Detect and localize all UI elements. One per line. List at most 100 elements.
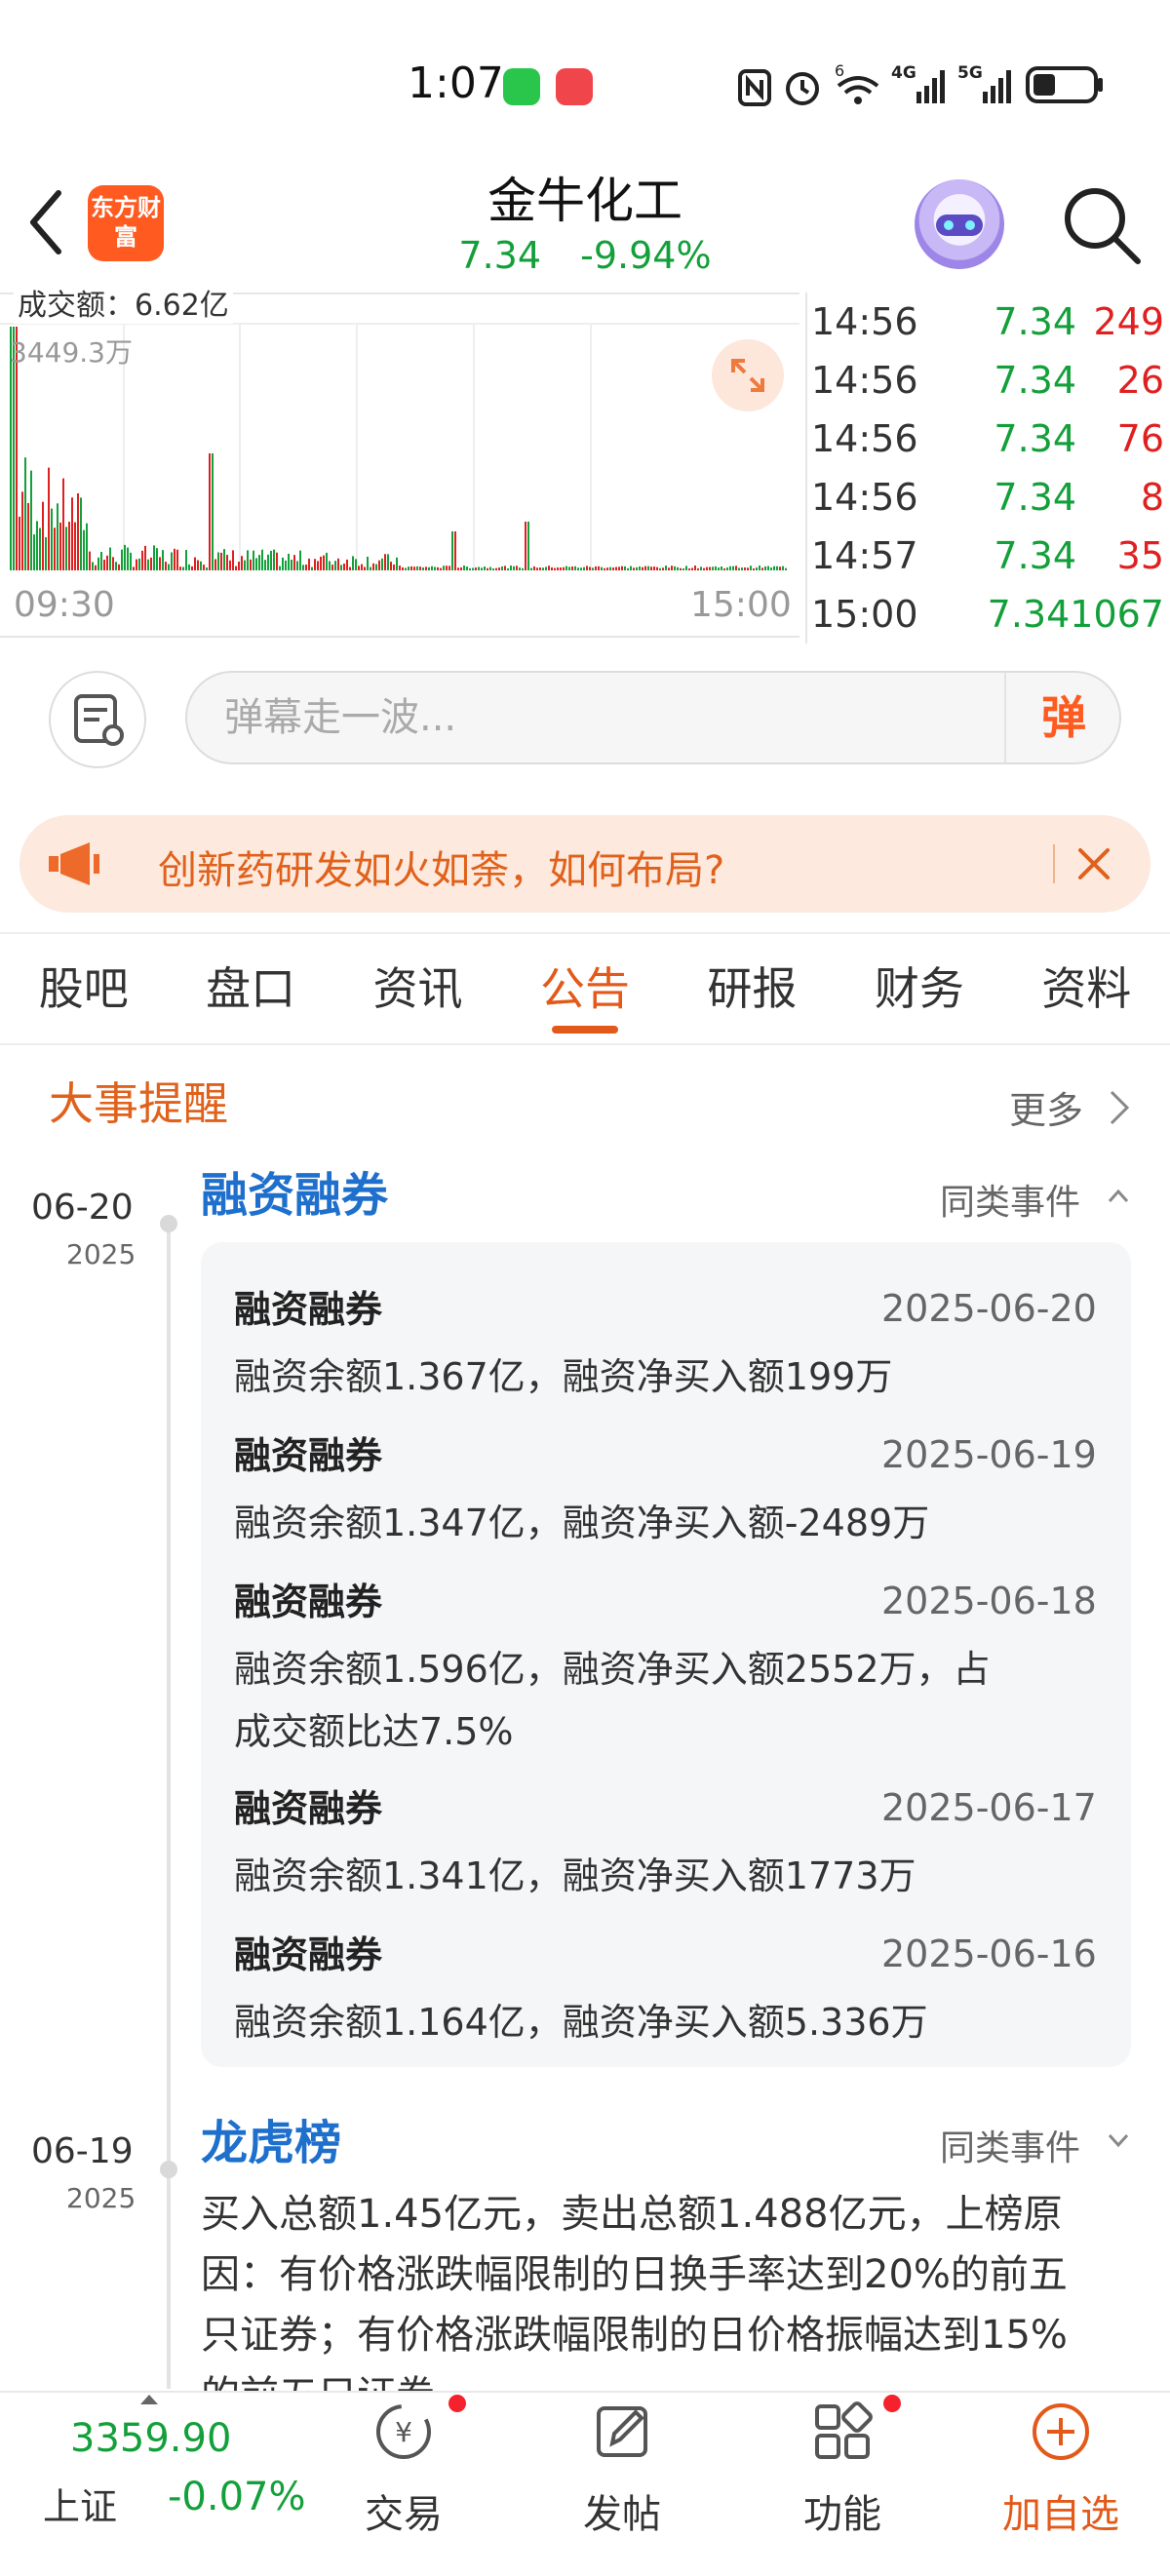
desc-line: 因：有价格涨跌幅限制的日换手率达到20%的前五	[201, 2252, 1068, 2297]
alarm-icon	[786, 72, 819, 105]
item-desc: 融资余额1.164亿，融资净买入额5.336万	[234, 2001, 928, 2044]
volume-bar	[229, 560, 231, 570]
volume-bar	[226, 555, 228, 570]
expand-chart-button[interactable]	[712, 339, 784, 411]
event-year: 2025	[66, 1238, 136, 1270]
volume-bar	[428, 566, 430, 570]
volume-bar	[498, 567, 500, 570]
assistant-robot-icon[interactable]	[915, 179, 1004, 269]
volume-bar	[384, 554, 386, 570]
caret-up-icon	[140, 2395, 158, 2404]
volume-bar	[329, 561, 331, 570]
volume-bar	[168, 564, 170, 570]
tab-finance[interactable]: 财务	[836, 934, 1002, 1043]
volume-bar	[343, 563, 345, 570]
volume-bar	[352, 556, 354, 570]
volume-bar	[86, 523, 88, 570]
volume-bar	[680, 567, 682, 570]
volume-bar	[460, 566, 462, 570]
event-date: 06-19	[31, 2131, 134, 2171]
volume-bar	[282, 557, 284, 570]
chevron-up-icon[interactable]	[1106, 1184, 1131, 1207]
volume-bar	[416, 566, 418, 570]
volume-bar	[320, 556, 322, 570]
same-events-link[interactable]: 同类事件	[940, 2120, 1080, 2170]
volume-bar	[24, 457, 26, 570]
volume-bar	[106, 555, 108, 570]
trade-icon: ¥	[376, 2404, 431, 2459]
banner-text[interactable]: 创新药研发如火如荼，如何布局?	[158, 839, 724, 895]
item-title: 融资融券	[234, 1288, 383, 1331]
volume-bar	[782, 566, 784, 570]
tab-news[interactable]: 资讯	[334, 934, 501, 1043]
index-change[interactable]: -0.07%	[168, 2475, 306, 2519]
item-desc: 融资余额1.347亿，融资净买入额-2489万	[234, 1502, 930, 1544]
volume-bar	[721, 566, 722, 570]
chevron-down-icon[interactable]	[1106, 2129, 1131, 2153]
volume-bar	[440, 567, 442, 570]
section-title: 大事提醒	[49, 1077, 228, 1130]
event-title[interactable]: 融资融券	[201, 1156, 388, 1225]
tab-guba[interactable]: 股吧	[0, 934, 167, 1043]
volume-bar	[504, 566, 506, 570]
volume-bar	[729, 566, 731, 570]
trade-time: 15:00	[811, 593, 918, 636]
volume-bar	[677, 566, 679, 570]
nav-trade[interactable]: ¥ 交易	[326, 2400, 482, 2566]
volume-bar	[510, 566, 512, 570]
volume-bar	[457, 567, 459, 570]
same-events-link[interactable]: 同类事件	[940, 1174, 1080, 1225]
volume-bar	[323, 555, 325, 570]
index-value[interactable]: 3359.90	[70, 2416, 231, 2461]
trade-ticks[interactable]: 14:56 7.34 249 14:56 7.34 26 14:56 7.34 …	[805, 293, 1170, 644]
nav-functions[interactable]: 功能	[764, 2400, 920, 2566]
volume-bar	[176, 549, 178, 570]
volume-bar	[288, 553, 290, 570]
more-link[interactable]: 更多	[1009, 1080, 1083, 1134]
volume-bar	[560, 567, 562, 570]
danmaku-input[interactable]: 弹幕走一波...	[185, 671, 1121, 764]
volume-bar	[200, 561, 202, 570]
volume-bar	[653, 566, 655, 570]
event-title[interactable]: 龙虎榜	[201, 2104, 341, 2172]
close-icon[interactable]	[1067, 837, 1121, 891]
tab-profile[interactable]: 资料	[1003, 934, 1170, 1043]
volume-bar	[636, 566, 638, 570]
volume-bar	[83, 529, 85, 570]
danmaku-send-button[interactable]: 弹	[1004, 673, 1121, 762]
volume-bar	[568, 566, 570, 570]
trade-volume: 35	[1116, 534, 1164, 577]
volume-bar	[48, 467, 50, 570]
volume-bar	[478, 566, 480, 570]
volume-bar	[100, 551, 102, 570]
volume-bar	[586, 566, 588, 570]
volume-bar	[563, 566, 565, 570]
nav-add-watchlist[interactable]: 加自选	[983, 2400, 1139, 2566]
volume-bar	[604, 567, 605, 570]
volume-bar	[194, 557, 196, 570]
tab-pankou[interactable]: 盘口	[167, 934, 333, 1043]
volume-bar	[305, 565, 307, 570]
item-date: 2025-06-19	[881, 1433, 1097, 1476]
volume-bar	[71, 497, 73, 570]
volume-bar	[258, 555, 260, 570]
volume-bar	[162, 550, 164, 570]
item-date: 2025-06-20	[881, 1287, 1097, 1330]
index-name[interactable]: 上证	[43, 2477, 117, 2530]
tab-research[interactable]: 研报	[669, 934, 836, 1043]
nav-post[interactable]: 发帖	[544, 2400, 700, 2566]
volume-bar	[57, 503, 58, 570]
volume-bar	[712, 566, 714, 570]
chevron-right-icon[interactable]	[1108, 1088, 1131, 1127]
volume-bar	[127, 547, 129, 570]
5g-signal-icon: 5G	[957, 63, 1011, 103]
volume-bar	[533, 566, 535, 570]
danmaku-settings-button[interactable]	[49, 671, 146, 768]
volume-bar	[671, 566, 673, 570]
volume-bar	[554, 567, 556, 570]
volume-bar	[317, 561, 319, 570]
search-icon[interactable]	[1058, 181, 1146, 269]
timeline-dot	[160, 2161, 177, 2178]
trade-row: 14:56 7.34 249	[807, 293, 1170, 351]
trade-time: 14:56	[811, 417, 918, 460]
